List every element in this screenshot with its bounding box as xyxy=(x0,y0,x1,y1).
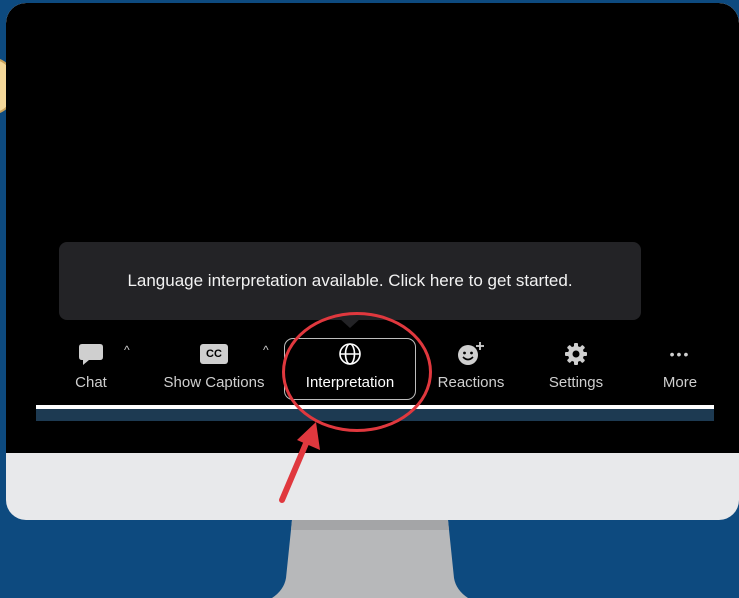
cc-icon: CC xyxy=(200,338,228,370)
settings-button[interactable]: Settings xyxy=(544,338,608,404)
chat-bubble-icon xyxy=(78,338,104,370)
show-captions-label: Show Captions xyxy=(163,374,265,391)
settings-label: Settings xyxy=(548,374,604,391)
reactions-button[interactable]: Reactions xyxy=(432,338,510,404)
interpretation-tooltip[interactable]: Language interpretation available. Click… xyxy=(59,242,641,320)
gear-icon xyxy=(564,338,588,370)
tooltip-text: Language interpretation available. Click… xyxy=(127,271,573,290)
chat-options-caret[interactable]: ^ xyxy=(124,343,130,357)
show-captions-button[interactable]: CC Show Captions xyxy=(158,338,270,404)
monitor-stand xyxy=(272,520,468,598)
highlight-circle xyxy=(282,312,432,432)
more-dots-icon: ••• xyxy=(670,338,691,370)
chat-button[interactable]: Chat xyxy=(70,338,112,404)
cc-icon-text: CC xyxy=(200,344,228,364)
reactions-label: Reactions xyxy=(437,374,505,391)
captions-options-caret[interactable]: ^ xyxy=(263,343,269,357)
more-dots-text: ••• xyxy=(669,346,691,362)
pointer-arrow-icon xyxy=(279,422,320,503)
emoji-add-icon xyxy=(457,338,485,370)
chat-label: Chat xyxy=(75,374,107,391)
more-label: More xyxy=(662,374,698,391)
more-button[interactable]: ••• More xyxy=(658,338,702,404)
